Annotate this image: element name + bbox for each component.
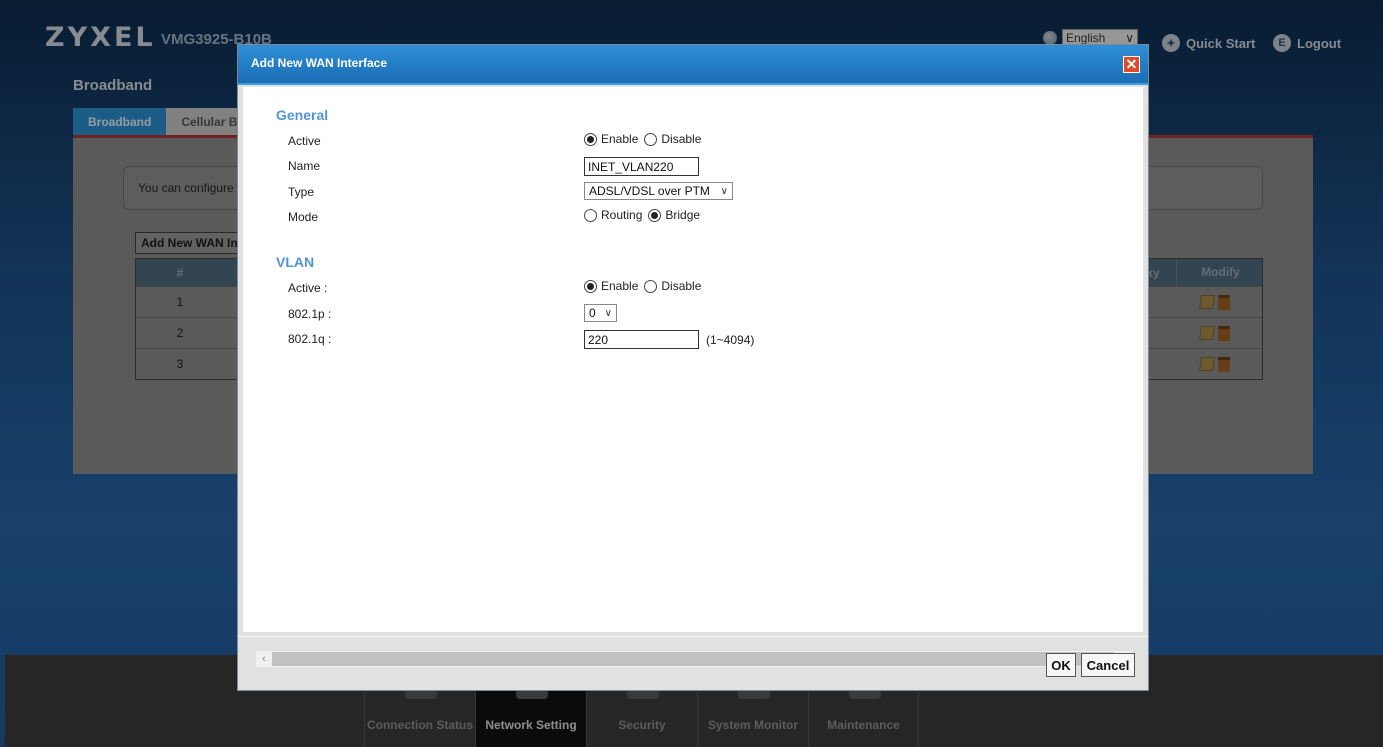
vlan-active-label: Active : xyxy=(288,281,328,295)
vlan-active-group: Enable Disable xyxy=(584,279,707,293)
type-select[interactable]: ADSL/VDSL over PTM ∨ xyxy=(584,182,733,200)
p8021-value: 0 xyxy=(589,306,596,320)
q8021-label: 802.1q : xyxy=(288,332,332,346)
footer-divider xyxy=(238,636,1148,637)
type-label: Type xyxy=(288,185,315,199)
p8021-label: 802.1p : xyxy=(288,307,332,321)
mode-routing-radio[interactable] xyxy=(584,208,597,222)
dialog-header: Add New WAN Interface ✕ xyxy=(238,45,1148,85)
radio-label: Disable xyxy=(661,279,702,293)
close-icon[interactable]: ✕ xyxy=(1123,56,1140,73)
radio-label: Disable xyxy=(661,132,702,146)
scroll-left-icon[interactable]: ‹ xyxy=(256,651,272,667)
vlan-section-title: VLAN xyxy=(276,254,315,270)
radio-label: Enable xyxy=(601,132,639,146)
general-active-enable-radio[interactable] xyxy=(584,132,597,146)
q8021-range-hint: (1~4094) xyxy=(706,332,755,347)
vlan-active-enable-radio[interactable] xyxy=(584,279,597,293)
radio-label: Bridge xyxy=(665,208,701,222)
chevron-down-icon: ∨ xyxy=(604,307,612,319)
add-wan-dialog: Add New WAN Interface ✕ General Active E… xyxy=(237,44,1149,691)
name-label: Name xyxy=(288,159,321,173)
mode-group: Routing Bridge xyxy=(584,208,706,222)
q8021-input[interactable] xyxy=(584,330,699,349)
dialog-content: General Active Enable Disable Name Type … xyxy=(243,87,1143,667)
ok-button[interactable]: OK xyxy=(1046,653,1076,677)
general-active-label: Active xyxy=(288,134,321,148)
radio-label: Enable xyxy=(601,279,639,293)
horizontal-scrollbar[interactable]: ‹ › xyxy=(256,651,1132,667)
mode-bridge-radio[interactable] xyxy=(648,208,662,222)
cancel-button[interactable]: Cancel xyxy=(1081,653,1135,677)
general-active-group: Enable Disable xyxy=(584,132,707,146)
p8021-select[interactable]: 0 ∨ xyxy=(584,304,617,322)
name-input[interactable] xyxy=(584,157,699,176)
vlan-active-disable-radio[interactable] xyxy=(644,279,658,293)
dialog-title: Add New WAN Interface xyxy=(251,56,388,70)
type-value: ADSL/VDSL over PTM xyxy=(589,184,710,198)
radio-label: Routing xyxy=(601,208,643,222)
general-active-disable-radio[interactable] xyxy=(644,132,658,146)
chevron-down-icon: ∨ xyxy=(720,185,728,197)
mode-label: Mode xyxy=(288,210,319,224)
scrollbar-thumb[interactable] xyxy=(272,652,1114,666)
general-section-title: General xyxy=(276,107,329,123)
